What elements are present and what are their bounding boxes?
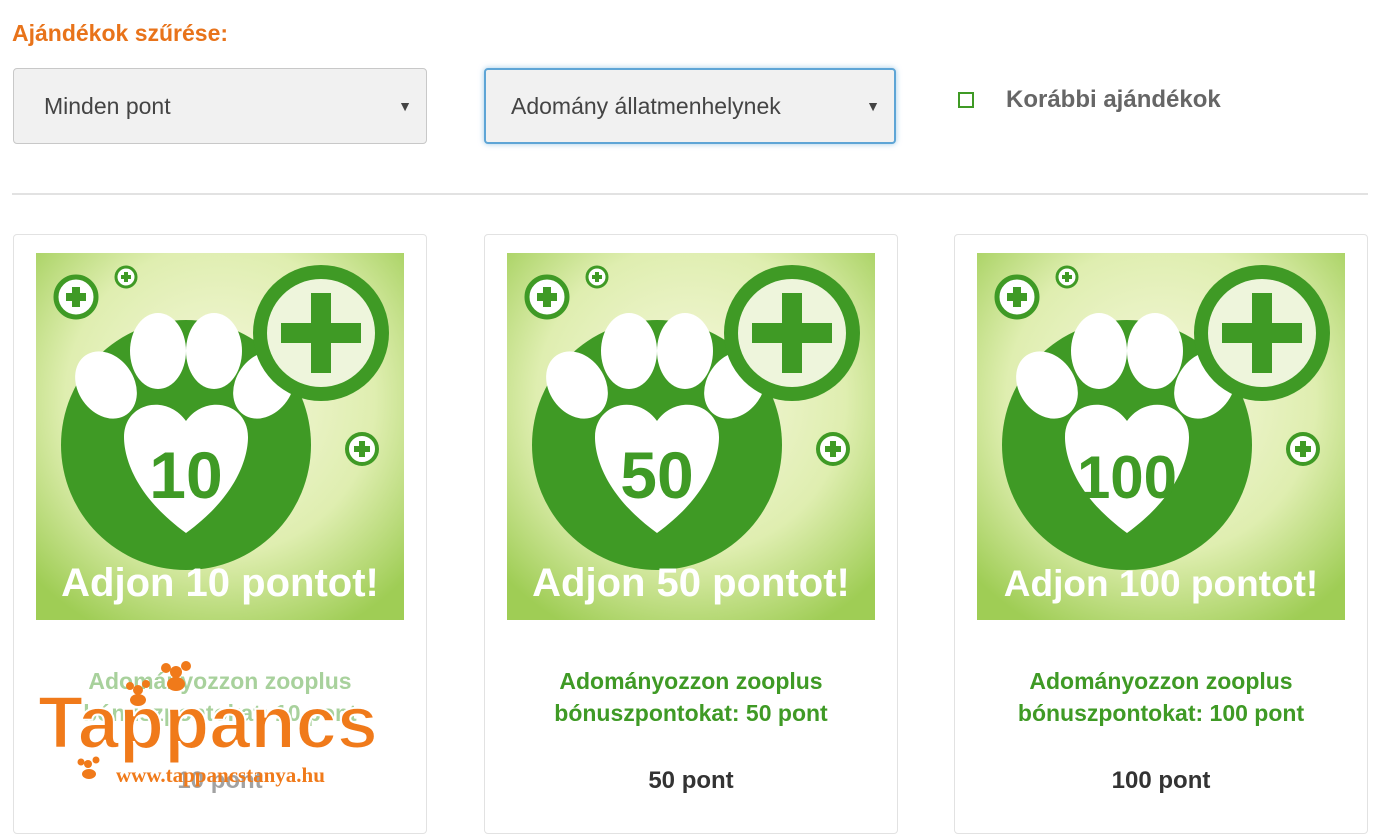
donation-image[interactable]: 100 Adjon 100 pontot! <box>977 253 1345 620</box>
watermark-logo: Tappancs <box>38 681 378 764</box>
product-name[interactable]: Adományozzon zooplus bónuszpontokat: 50 … <box>485 665 897 729</box>
previous-gifts-checkbox[interactable] <box>958 92 974 108</box>
product-card[interactable]: 50 Adjon 50 pontot! Adományozzon zooplus… <box>484 234 898 834</box>
banner-text: Adjon 50 pontot! <box>532 561 850 605</box>
donation-image[interactable]: 10 Adjon 10 pontot! <box>36 253 404 620</box>
badge-number: 100 <box>1077 444 1177 511</box>
points-filter-value: Minden pont <box>44 92 171 119</box>
badge-number: 50 <box>620 438 693 512</box>
category-filter-select[interactable]: Adomány állatmenhelynek ▼ <box>484 68 896 144</box>
tappancs-watermark: Tappancs www.tappancstanya.hu <box>37 661 379 787</box>
dropdown-arrow-icon: ▼ <box>866 98 880 114</box>
watermark-url: www.tappancstanya.hu <box>116 763 325 787</box>
dropdown-arrow-icon: ▼ <box>398 98 412 114</box>
product-name[interactable]: Adományozzon zooplus bónuszpontokat: 100… <box>955 665 1367 729</box>
points-filter-select[interactable]: Minden pont ▼ <box>13 68 427 144</box>
donation-image[interactable]: 50 Adjon 50 pontot! <box>507 253 875 620</box>
filter-title: Ajándékok szűrése: <box>12 20 229 46</box>
badge-number: 10 <box>149 438 222 512</box>
divider <box>12 193 1368 195</box>
product-card[interactable]: 100 Adjon 100 pontot! Adományozzon zoopl… <box>954 234 1368 834</box>
big-plus-icon <box>253 265 389 401</box>
product-price: 100 pont <box>1111 767 1211 794</box>
big-plus-icon <box>1194 265 1330 401</box>
previous-gifts-label: Korábbi ajándékok <box>1006 86 1221 113</box>
banner-text: Adjon 10 pontot! <box>61 561 379 605</box>
category-filter-value: Adomány állatmenhelynek <box>511 92 781 119</box>
big-plus-icon <box>724 265 860 401</box>
product-price: 50 pont <box>648 767 734 794</box>
banner-text: Adjon 100 pontot! <box>1004 563 1318 604</box>
previous-gifts-toggle[interactable]: Korábbi ajándékok <box>958 86 1221 114</box>
